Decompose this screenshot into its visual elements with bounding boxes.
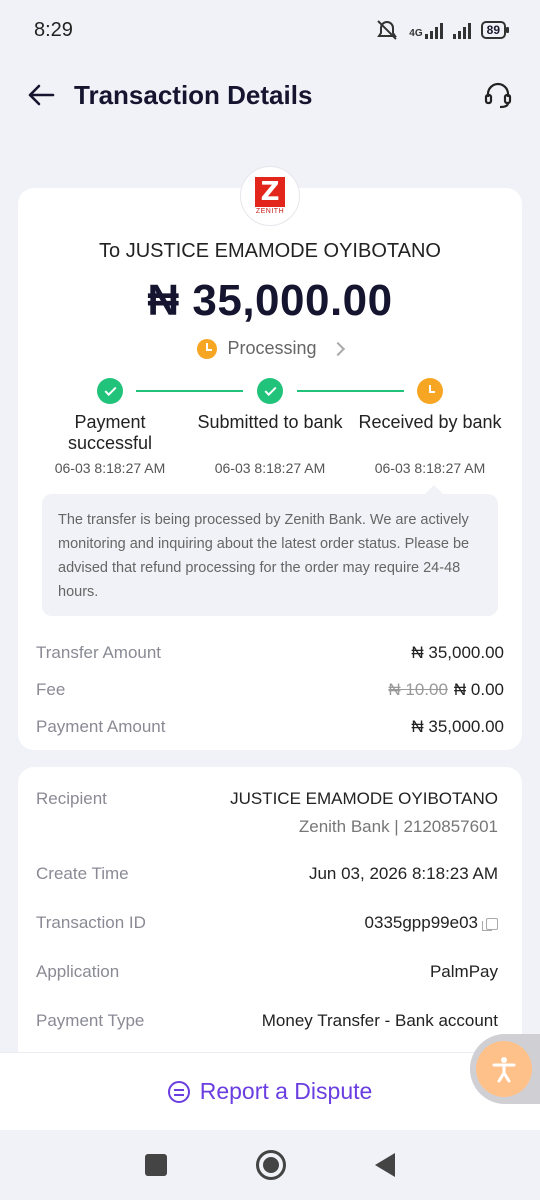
fee-value-group: ₦ 10.00 ₦ 0.00 bbox=[388, 680, 504, 700]
transaction-summary-card: Z ZENITH To JUSTICE EMAMODE OYIBOTANO ₦ … bbox=[18, 166, 522, 750]
back-arrow-icon[interactable] bbox=[26, 80, 56, 110]
transaction-details-card: Recipient JUSTICE EMAMODE OYIBOTANO Zeni… bbox=[18, 767, 522, 1067]
wifi-signal-icon bbox=[452, 21, 471, 39]
report-dispute-button[interactable]: Report a Dispute bbox=[167, 1078, 373, 1105]
step-3-label: Received by bank bbox=[358, 412, 502, 432]
payment-amount-value: ₦ 35,000.00 bbox=[411, 716, 504, 736]
transaction-id-value: 0335gpp99e03 bbox=[364, 913, 478, 932]
application-label: Application bbox=[36, 962, 120, 981]
step-1-check-icon bbox=[97, 378, 123, 404]
processing-notice: The transfer is being processed by Zenit… bbox=[42, 485, 498, 616]
clock-icon bbox=[197, 338, 218, 359]
status-time: 8:29 bbox=[34, 18, 73, 41]
payment-type-label: Payment Type bbox=[36, 1011, 145, 1030]
recipient-line: To JUSTICE EMAMODE OYIBOTANO bbox=[99, 240, 441, 262]
fee-breakdown: Transfer Amount ₦ 35,000.00 Fee ₦ 10.00 ₦… bbox=[36, 634, 504, 745]
transaction-amount: ₦ 35,000.00 bbox=[147, 276, 393, 325]
create-time-row: Create Time Jun 03, 2026 8:18:23 AM bbox=[36, 864, 498, 884]
create-time-value: Jun 03, 2026 8:18:23 AM bbox=[308, 864, 498, 883]
page-title: Transaction Details bbox=[74, 79, 313, 110]
recipient-name: JUSTICE EMAMODE OYIBOTANO bbox=[230, 789, 498, 808]
fee-value: ₦ 0.00 bbox=[453, 679, 504, 699]
accessibility-icon bbox=[476, 1041, 532, 1097]
payment-amount-row: Payment Amount ₦ 35,000.00 bbox=[36, 708, 504, 745]
application-row: Application PalmPay bbox=[36, 962, 498, 982]
fee-row: Fee ₦ 10.00 ₦ 0.00 bbox=[36, 671, 504, 708]
bank-logo-mark: Z bbox=[255, 177, 285, 207]
message-icon bbox=[167, 1080, 190, 1103]
home-icon[interactable] bbox=[255, 1150, 286, 1180]
transaction-id-row: Transaction ID 0335gpp99e03 bbox=[36, 913, 498, 933]
recipient-label: Recipient bbox=[36, 789, 107, 808]
payment-amount-label: Payment Amount bbox=[36, 716, 166, 736]
bank-logo-name: ZENITH bbox=[255, 208, 285, 215]
step-1-label: Payment successful bbox=[67, 412, 153, 453]
transaction-id-group: 0335gpp99e03 bbox=[365, 913, 498, 933]
transaction-id-label: Transaction ID bbox=[36, 913, 146, 932]
processing-status-link[interactable]: Processing bbox=[18, 338, 522, 359]
transfer-amount-value: ₦ 35,000.00 bbox=[411, 642, 504, 662]
step-1-time: 06-03 8:18:27 AM bbox=[54, 460, 166, 476]
bottom-action-bar: Report a Dispute bbox=[0, 1052, 540, 1130]
status-icons: 4G 89 bbox=[375, 19, 510, 41]
fee-original: ₦ 10.00 bbox=[388, 679, 448, 699]
step-3-clock-icon bbox=[417, 378, 443, 404]
payment-type-row: Payment Type Money Transfer - Bank accou… bbox=[36, 1011, 498, 1031]
application-value: PalmPay bbox=[429, 962, 498, 981]
headset-support-icon[interactable] bbox=[482, 79, 514, 111]
copy-icon[interactable] bbox=[482, 917, 498, 931]
progress-tracker: Payment successful Submitted to bank Rec… bbox=[18, 378, 522, 478]
system-nav-bar bbox=[0, 1130, 540, 1200]
bank-logo: Z ZENITH bbox=[240, 166, 300, 226]
step-2-label: Submitted to bank bbox=[197, 412, 343, 432]
fee-label: Fee bbox=[36, 679, 66, 699]
transfer-amount-row: Transfer Amount ₦ 35,000.00 bbox=[36, 634, 504, 671]
recent-apps-icon[interactable] bbox=[144, 1154, 167, 1176]
recipient-bank: Zenith Bank | 2120857601 bbox=[298, 817, 498, 836]
header: Transaction Details bbox=[0, 70, 540, 120]
chevron-right-icon bbox=[330, 341, 345, 356]
mute-icon bbox=[377, 20, 398, 40]
recipient-row: Recipient JUSTICE EMAMODE OYIBOTANO Zeni… bbox=[36, 789, 498, 837]
create-time-label: Create Time bbox=[36, 864, 129, 883]
back-triangle-icon[interactable] bbox=[375, 1153, 396, 1177]
step-3-time: 06-03 8:18:27 AM bbox=[374, 460, 486, 476]
cell-signal-icon: 4G bbox=[409, 21, 443, 39]
battery-icon: 89 bbox=[480, 21, 510, 39]
step-2-time: 06-03 8:18:27 AM bbox=[214, 460, 326, 476]
status-bar: 8:29 4G 89 bbox=[0, 0, 540, 60]
step-2-check-icon bbox=[257, 378, 283, 404]
status-text: Processing bbox=[227, 338, 317, 358]
step-line-1 bbox=[136, 390, 243, 392]
payment-type-value: Money Transfer - Bank account bbox=[261, 1011, 498, 1030]
accessibility-button[interactable] bbox=[470, 1034, 540, 1104]
transfer-amount-label: Transfer Amount bbox=[36, 642, 162, 662]
step-line-2 bbox=[297, 390, 404, 392]
report-dispute-label: Report a Dispute bbox=[199, 1078, 373, 1104]
